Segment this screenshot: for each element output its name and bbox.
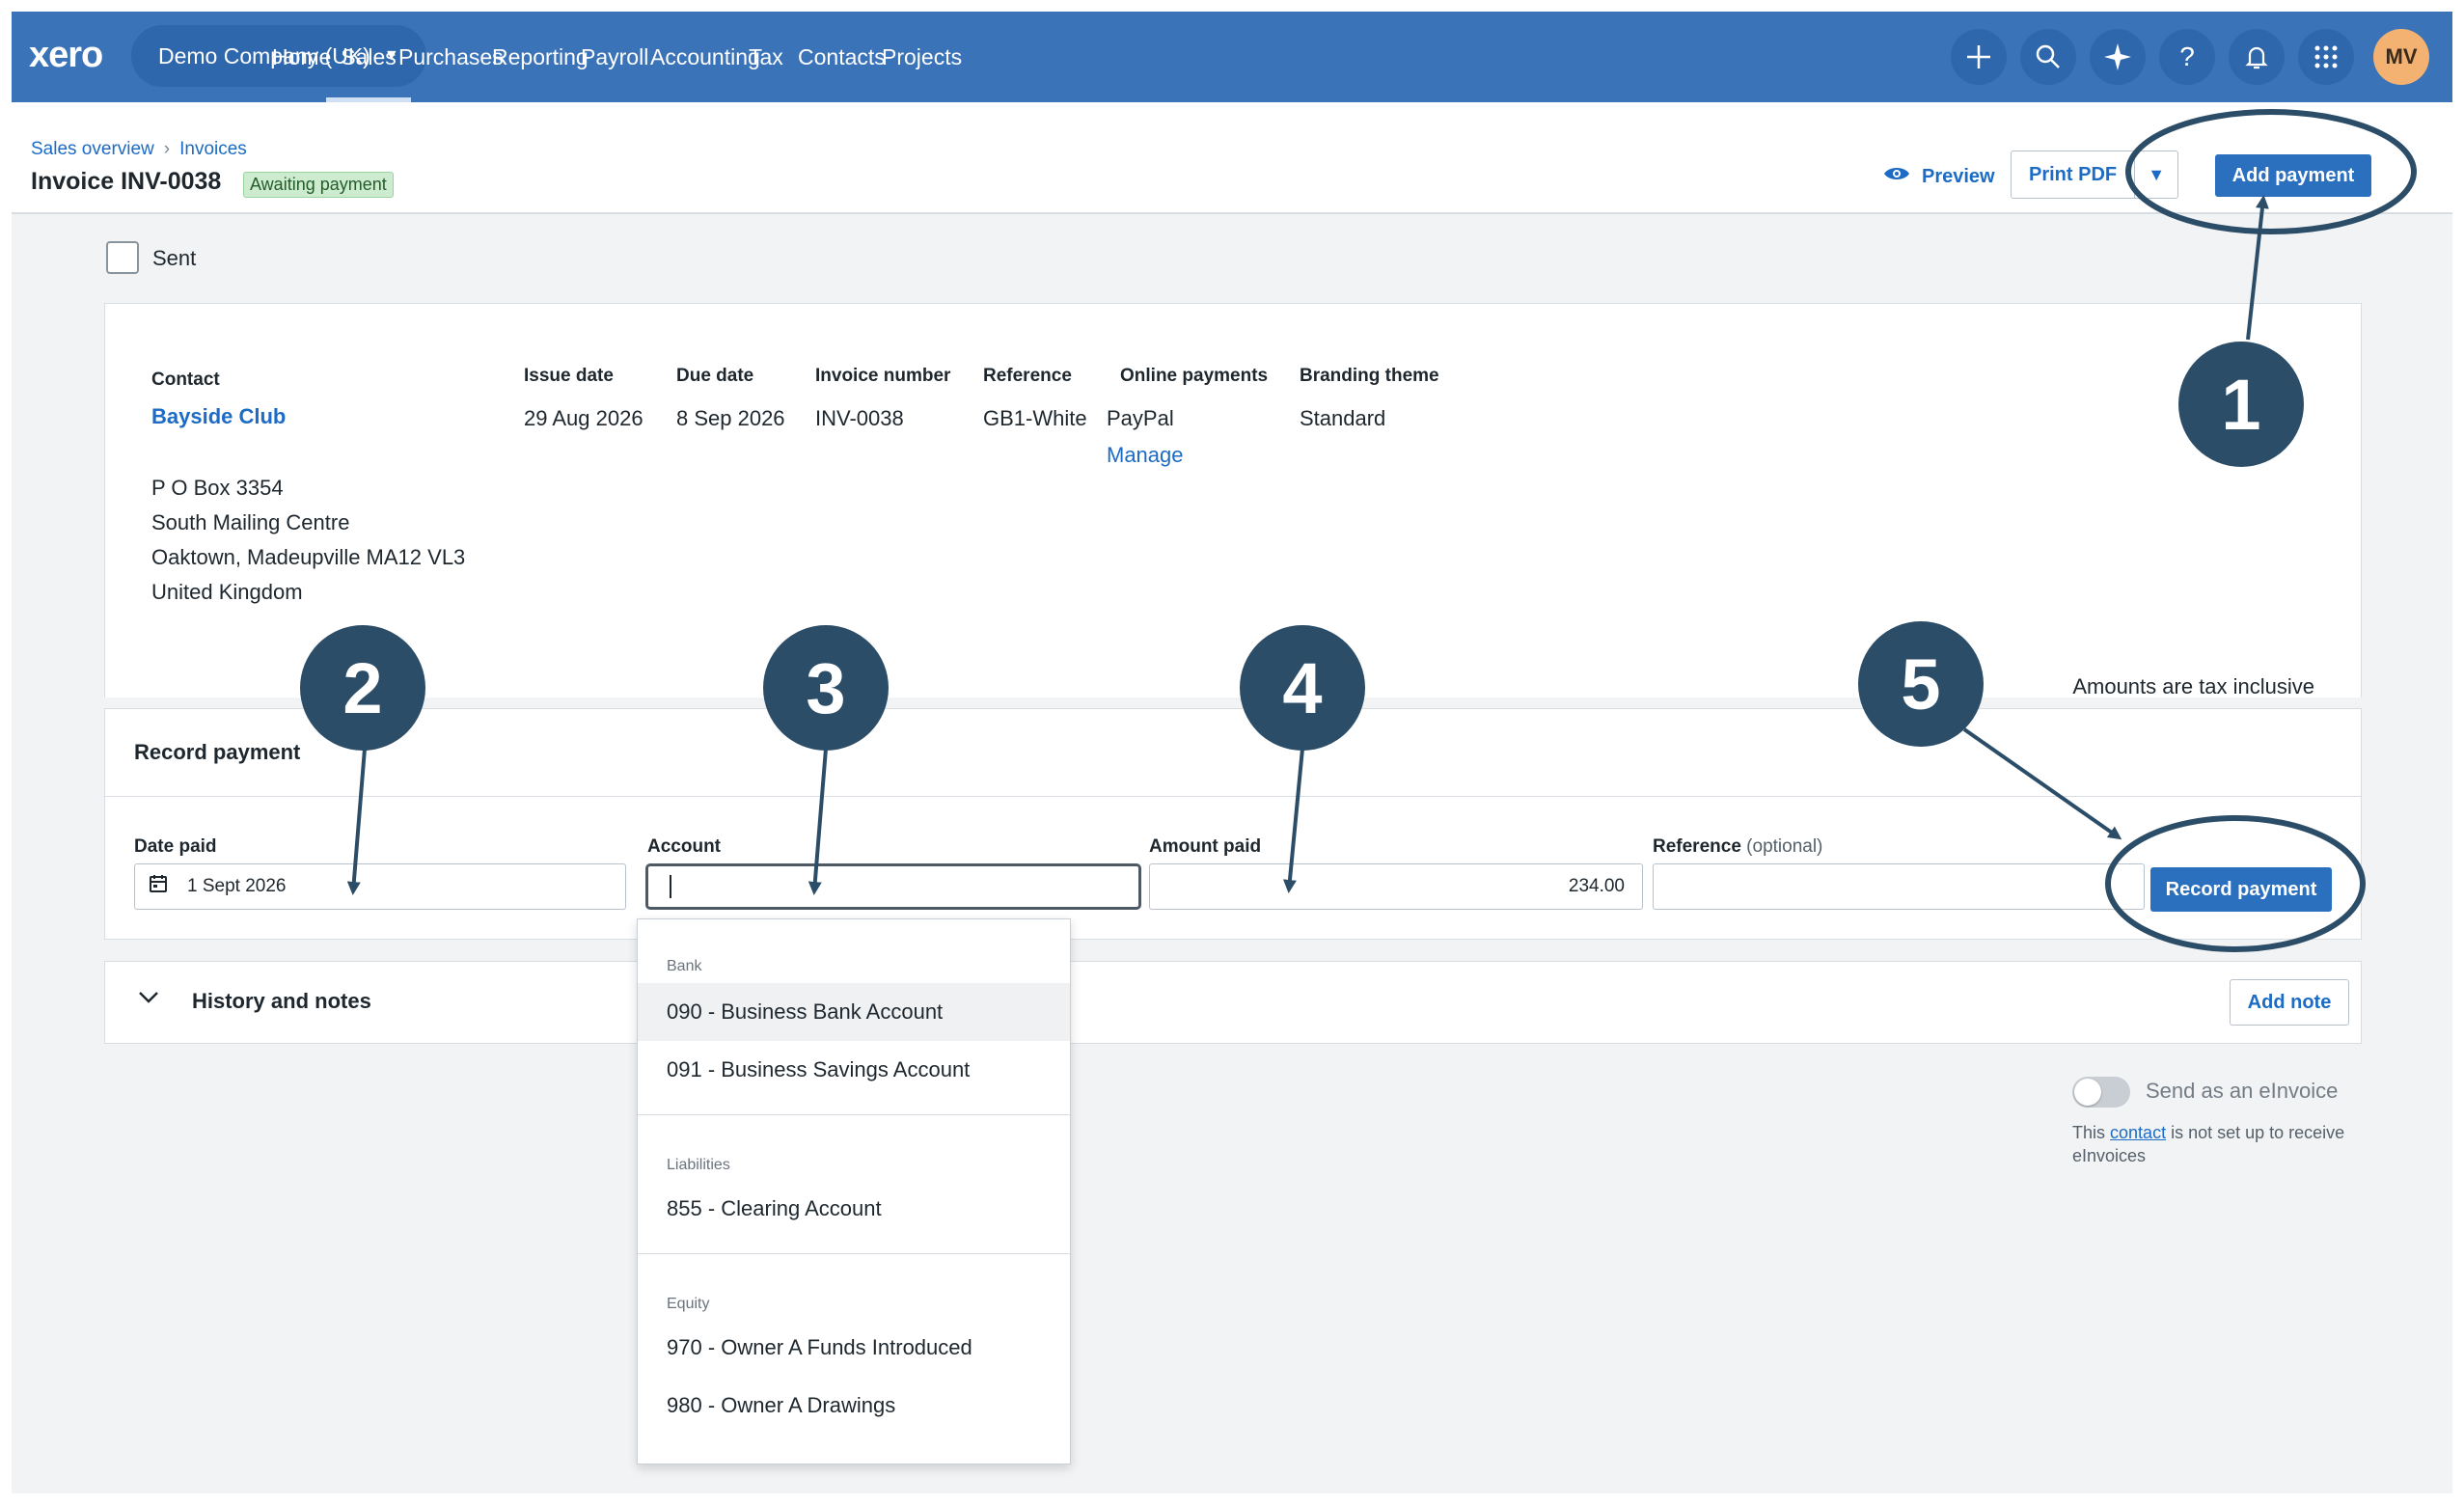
dropdown-group-liabilities: Liabilities [667, 1157, 730, 1173]
issue-date-header: Issue date [524, 366, 614, 386]
online-payments-header: Online payments [1120, 366, 1269, 386]
divider [638, 1114, 1070, 1115]
nav-payroll[interactable]: Payroll [581, 12, 648, 102]
dropdown-group-bank: Bank [667, 958, 702, 974]
amount-paid-label: Amount paid [1149, 836, 1262, 857]
nav-contacts[interactable]: Contacts [798, 12, 886, 102]
step-marker-2: 2 [300, 625, 425, 751]
dropdown-group-equity: Equity [667, 1296, 710, 1312]
dropdown-option[interactable]: 980 - Owner A Drawings [638, 1377, 1070, 1435]
invoice-details-card: Contact Issue date Due date Invoice numb… [104, 303, 2362, 698]
manage-link[interactable]: Manage [1107, 443, 1184, 468]
nav-accounting[interactable]: Accounting [650, 12, 760, 102]
calendar-icon[interactable] [149, 874, 168, 899]
record-payment-title: Record payment [134, 740, 301, 764]
sparkle-icon[interactable] [2090, 29, 2146, 85]
branding-theme-header: Branding theme [1300, 366, 1439, 386]
address-line: South Mailing Centre [151, 510, 350, 534]
reference-header: Reference [983, 366, 1072, 386]
toggle-knob [2074, 1079, 2101, 1106]
help-icon[interactable]: ? [2159, 29, 2215, 85]
tax-note: Amounts are tax inclusive [2072, 674, 2314, 698]
dropdown-option[interactable]: 855 - Clearing Account [638, 1180, 1070, 1238]
due-date-header: Due date [676, 366, 754, 386]
divider [638, 1253, 1070, 1254]
history-and-notes-panel: History and notes Add note [104, 961, 2362, 1044]
divider [105, 796, 2361, 797]
reference-input[interactable] [1653, 863, 2145, 910]
text-cursor [670, 875, 671, 898]
add-payment-button[interactable]: Add payment [2215, 154, 2371, 197]
step-marker-5: 5 [1858, 621, 1984, 747]
bell-icon[interactable] [2229, 29, 2285, 85]
avatar[interactable]: MV [2373, 29, 2429, 85]
address-line: P O Box 3354 [151, 476, 284, 500]
invoice-number-value: INV-0038 [815, 406, 904, 430]
chevron-down-icon[interactable] [138, 985, 159, 1010]
einvoice-note-pre: This [2072, 1123, 2106, 1142]
record-payment-card: Record payment Date paid Account Amount … [104, 708, 2362, 940]
chevron-right-icon: › [163, 139, 171, 159]
reference-label-text: Reference [1653, 836, 1741, 857]
optional-hint: (optional) [1746, 836, 1823, 857]
dropdown-option[interactable]: 970 - Owner A Funds Introduced [638, 1319, 1070, 1377]
account-input[interactable] [645, 863, 1141, 910]
breadcrumb-invoices[interactable]: Invoices [179, 139, 247, 159]
contact-header: Contact [151, 369, 220, 390]
nav-tax[interactable]: Tax [749, 12, 783, 102]
step-marker-3: 3 [763, 625, 889, 751]
contact-link[interactable]: Bayside Club [151, 404, 286, 429]
date-paid-value: 1 Sept 2026 [187, 876, 287, 896]
add-note-button[interactable]: Add note [2230, 979, 2349, 1026]
contact-link[interactable]: contact [2110, 1123, 2166, 1142]
dropdown-option[interactable]: 091 - Business Savings Account [638, 1041, 1070, 1099]
address-line: Oaktown, Madeupville MA12 VL3 [151, 545, 466, 569]
reference-label: Reference (optional) [1653, 836, 1822, 858]
amount-paid-input[interactable]: 234.00 [1149, 863, 1643, 910]
reference-value: GB1-White [983, 406, 1087, 430]
status-badge: Awaiting payment [243, 172, 394, 198]
print-pdf-group: Print PDF ▼ [2011, 150, 2179, 199]
app-window: xero Demo Company (UK) ▼ Home Sales Purc… [12, 12, 2452, 1493]
online-payments-value: PayPal [1107, 406, 1174, 430]
einvoice-note: This contact is not set up to receive eI… [2072, 1121, 2362, 1167]
step-marker-4: 4 [1240, 625, 1365, 751]
account-dropdown: Bank 090 - Business Bank Account 091 - B… [637, 918, 1071, 1464]
top-navigation: xero Demo Company (UK) ▼ Home Sales Purc… [12, 12, 2452, 102]
step-marker-1: 1 [2178, 342, 2304, 467]
apps-grid-icon[interactable] [2298, 29, 2354, 85]
plus-icon[interactable] [1951, 29, 2007, 85]
breadcrumb-sales-overview[interactable]: Sales overview [31, 139, 154, 159]
address-line: United Kingdom [151, 580, 303, 604]
sent-checkbox[interactable] [106, 241, 139, 274]
xero-logo[interactable]: xero [29, 35, 103, 76]
nav-projects[interactable]: Projects [882, 12, 962, 102]
sent-label: Sent [152, 246, 197, 270]
dropdown-option[interactable]: 090 - Business Bank Account [638, 983, 1070, 1041]
search-icon[interactable] [2020, 29, 2076, 85]
chevron-down-icon[interactable]: ▼ [2135, 151, 2177, 198]
breadcrumb: Sales overview › Invoices [31, 139, 247, 160]
page-header: Sales overview › Invoices Invoice INV-0038… [12, 102, 2452, 214]
preview-button[interactable]: Preview [1883, 164, 1995, 189]
account-label: Account [647, 836, 721, 857]
nav-reporting[interactable]: Reporting [492, 12, 589, 102]
send-einvoice-label: Send as an eInvoice [2146, 1079, 2339, 1103]
due-date-value: 8 Sep 2026 [676, 406, 785, 430]
record-payment-button[interactable]: Record payment [2150, 867, 2332, 912]
history-and-notes-toggle[interactable]: History and notes [192, 989, 371, 1014]
branding-theme-value: Standard [1300, 406, 1386, 430]
amount-paid-value: 234.00 [1568, 876, 1625, 896]
nav-purchases[interactable]: Purchases [398, 12, 504, 102]
nav-home[interactable]: Home [272, 12, 331, 102]
date-paid-label: Date paid [134, 836, 217, 857]
invoice-number-header: Invoice number [815, 366, 951, 386]
preview-label: Preview [1922, 165, 1995, 187]
issue-date-value: 29 Aug 2026 [524, 406, 643, 430]
page-title: Invoice INV-0038 [31, 168, 222, 195]
print-pdf-button[interactable]: Print PDF [2012, 151, 2136, 198]
eye-icon [1883, 164, 1910, 189]
date-paid-input[interactable]: 1 Sept 2026 [134, 863, 626, 910]
